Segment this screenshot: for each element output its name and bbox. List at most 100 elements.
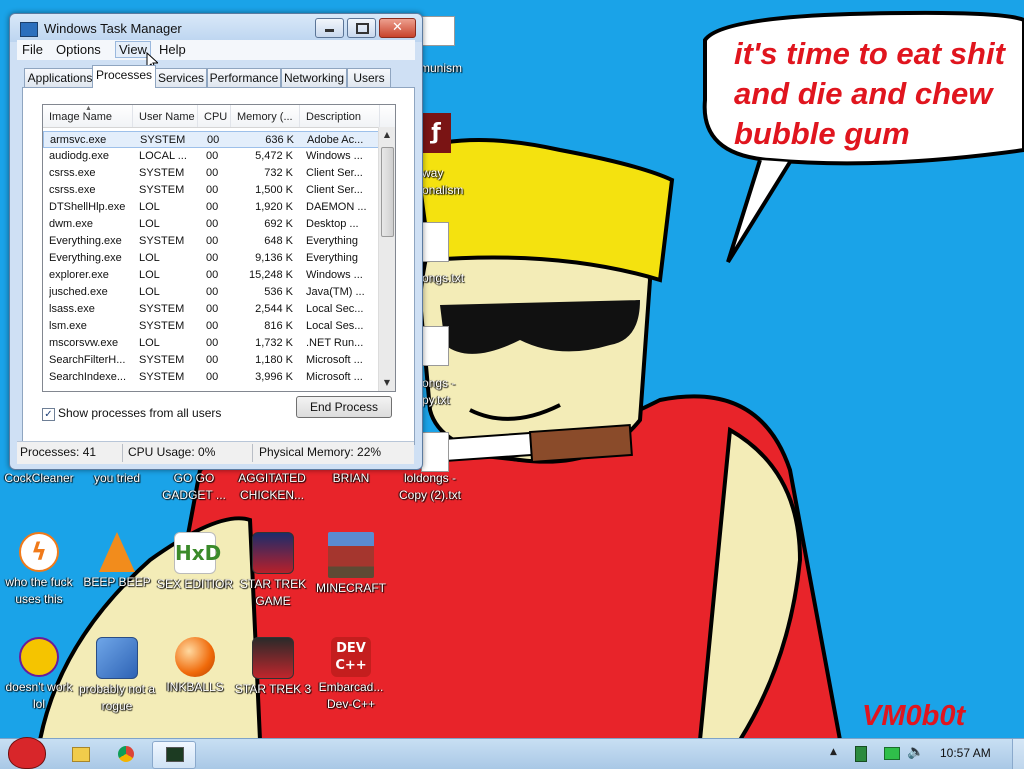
minimize-button[interactable] bbox=[315, 18, 344, 38]
table-row[interactable]: jusched.exe LOL 00 536 K Java(TM) ... bbox=[43, 284, 379, 301]
process-cell-mem: 15,248 K bbox=[248, 269, 293, 281]
table-row[interactable]: SearchFilterH... SYSTEM 00 1,180 K Microsoft… bbox=[43, 352, 379, 369]
table-row[interactable]: csrss.exe SYSTEM 00 732 K Client Ser... bbox=[43, 165, 379, 182]
column-header-description[interactable]: Description bbox=[300, 105, 380, 127]
tab-applications[interactable]: Applications bbox=[24, 68, 96, 87]
table-row[interactable]: Everything.exe LOL 00 9,136 K Everything bbox=[43, 250, 379, 267]
taskbar-explorer-button[interactable] bbox=[64, 741, 96, 767]
process-cell-name: lsass.exe bbox=[49, 303, 95, 315]
process-cell-name: lsm.exe bbox=[49, 320, 87, 332]
desktop-partial-label[interactable]: py.txt bbox=[422, 392, 450, 409]
desktop-icon-inkballs[interactable]: INKBALLS bbox=[155, 637, 235, 696]
desktop-partial-label[interactable]: way bbox=[422, 165, 443, 182]
scrollbar-thumb[interactable] bbox=[381, 147, 394, 237]
vertical-scrollbar[interactable]: ▲ ▼ bbox=[378, 127, 395, 391]
flash-icon[interactable]: ƒ bbox=[421, 113, 451, 153]
devcpp-icon: DEV C++ bbox=[331, 637, 371, 677]
end-process-button[interactable]: End Process bbox=[296, 396, 392, 418]
menu-file[interactable]: File bbox=[19, 42, 46, 57]
tab-performance[interactable]: Performance bbox=[207, 68, 281, 87]
text-file-icon[interactable] bbox=[421, 222, 449, 262]
desktop-icon-avast[interactable]: ϟ who the fuck uses this bbox=[0, 532, 79, 608]
process-cell-cpu: 00 bbox=[206, 218, 219, 230]
column-header-user-name[interactable]: User Name bbox=[133, 105, 198, 127]
desktop-icon-go-go-gadget[interactable]: GO GO GADGET ... bbox=[155, 470, 233, 504]
table-row[interactable]: armsvc.exe SYSTEM 00 636 K Adobe Ac... bbox=[43, 131, 379, 148]
show-hidden-icons-button[interactable]: ▲ bbox=[830, 747, 837, 757]
desktop-icon-label: AGGITATED CHICKEN... bbox=[238, 471, 306, 502]
speech-bubble-text: it's time to eat shit and die and chew b… bbox=[734, 36, 1005, 151]
column-header-memory[interactable]: Memory (... bbox=[231, 105, 300, 127]
scroll-up-icon[interactable]: ▲ bbox=[379, 127, 395, 143]
desktop-icon-star-trek-game[interactable]: STAR TREK GAME bbox=[233, 532, 313, 610]
taskbar-task-manager-button[interactable] bbox=[152, 741, 196, 769]
task-manager-icon bbox=[20, 22, 38, 37]
show-desktop-button[interactable] bbox=[1012, 739, 1024, 769]
tray-app-icon[interactable] bbox=[855, 746, 867, 762]
table-row[interactable]: lsass.exe SYSTEM 00 2,544 K Local Sec... bbox=[43, 301, 379, 318]
menu-options[interactable]: Options bbox=[53, 42, 104, 57]
tab-services[interactable]: Services bbox=[155, 68, 207, 87]
process-cell-name: dwm.exe bbox=[49, 218, 94, 230]
desktop-icon-aggitated-chicken[interactable]: AGGITATED CHICKEN... bbox=[233, 470, 311, 504]
taskbar-chrome-button[interactable] bbox=[110, 741, 142, 767]
process-cell-desc: Windows ... bbox=[306, 150, 363, 162]
menu-help[interactable]: Help bbox=[156, 42, 189, 57]
gears-icon bbox=[96, 637, 138, 679]
desktop-icon-cockcleaner[interactable]: CockCleaner bbox=[0, 470, 79, 487]
close-button[interactable]: ✕ bbox=[379, 18, 416, 38]
system-clock[interactable]: 10:57 AM bbox=[940, 746, 991, 760]
desktop-icon-yahoo[interactable]: doesn't work lol bbox=[0, 637, 79, 713]
task-manager-window[interactable]: Windows Task Manager ✕ File Options View… bbox=[9, 13, 423, 470]
table-row[interactable]: DTShellHlp.exe LOL 00 1,920 K DAEMON ... bbox=[43, 199, 379, 216]
process-cell-cpu: 00 bbox=[206, 235, 219, 247]
desktop-partial-label[interactable]: ongs.txt bbox=[422, 270, 464, 287]
process-cell-name: jusched.exe bbox=[49, 286, 108, 298]
inkball-icon bbox=[175, 637, 215, 677]
table-row[interactable]: audiodg.exe LOCAL ... 00 5,472 K Windows ... bbox=[43, 148, 379, 165]
desktop-icon-you-tried[interactable]: you tried bbox=[77, 470, 157, 487]
desktop-partial-label[interactable]: ongs - bbox=[422, 375, 455, 392]
desktop-icon-dev-cpp[interactable]: DEV C++ Embarcad... Dev-C++ bbox=[311, 637, 391, 713]
text-file-icon[interactable] bbox=[421, 326, 449, 366]
table-row[interactable]: mscorsvw.exe LOL 00 1,732 K .NET Run... bbox=[43, 335, 379, 352]
desktop-icon-label: doesn't work lol bbox=[5, 680, 73, 711]
tab-users[interactable]: Users bbox=[347, 68, 391, 87]
show-all-processes-checkbox[interactable]: ✓ bbox=[42, 408, 55, 421]
desktop-icon-sex-editior[interactable]: HxD SEX EDITIOR bbox=[155, 532, 235, 593]
process-list[interactable]: ▲ Image Name User Name CPU Memory (... D… bbox=[42, 104, 396, 392]
task-manager-icon bbox=[166, 747, 184, 762]
process-cell-name: SearchIndexe... bbox=[49, 371, 127, 383]
scroll-down-icon[interactable]: ▼ bbox=[379, 375, 395, 391]
partial-app-icon[interactable] bbox=[421, 16, 455, 46]
process-cell-user: LOCAL ... bbox=[139, 150, 187, 162]
desktop-icon-label: CockCleaner bbox=[4, 471, 74, 485]
desktop-icon-beep-beep[interactable]: BEEP BEEP bbox=[77, 532, 157, 591]
table-row[interactable]: lsm.exe SYSTEM 00 816 K Local Ses... bbox=[43, 318, 379, 335]
desktop-partial-label[interactable]: munism bbox=[420, 60, 462, 77]
table-row[interactable]: dwm.exe LOL 00 692 K Desktop ... bbox=[43, 216, 379, 233]
desktop-icon-loldongs-copy2[interactable]: loldongs - Copy (2).txt bbox=[389, 470, 471, 504]
table-row[interactable]: SearchIndexe... SYSTEM 00 3,996 K Microsoft … bbox=[43, 369, 379, 386]
start-button[interactable] bbox=[4, 733, 48, 769]
desktop-icon-star-trek-3[interactable]: STAR TREK 3 bbox=[233, 637, 313, 698]
process-cell-cpu: 00 bbox=[206, 286, 219, 298]
volume-icon[interactable]: 🔈 bbox=[907, 744, 924, 760]
table-row[interactable]: explorer.exe LOL 00 15,248 K Windows ... bbox=[43, 267, 379, 284]
close-icon: ✕ bbox=[392, 20, 403, 35]
desktop-icon-minecraft[interactable]: MINECRAFT bbox=[311, 532, 391, 597]
process-cell-cpu: 00 bbox=[207, 134, 220, 146]
column-header-cpu[interactable]: CPU bbox=[198, 105, 231, 127]
network-icon[interactable] bbox=[884, 747, 900, 760]
show-all-processes-label[interactable]: Show processes from all users bbox=[58, 406, 221, 420]
text-file-icon[interactable] bbox=[421, 432, 449, 472]
desktop-partial-label[interactable]: onalism bbox=[422, 182, 463, 199]
desktop-icon-probably-not-a-rogue[interactable]: probably not a rogue bbox=[77, 637, 157, 715]
maximize-button[interactable] bbox=[347, 18, 376, 38]
table-row[interactable]: Everything.exe SYSTEM 00 648 K Everything bbox=[43, 233, 379, 250]
column-header-image-name[interactable]: ▲ Image Name bbox=[43, 105, 133, 127]
table-row[interactable]: csrss.exe SYSTEM 00 1,500 K Client Ser... bbox=[43, 182, 379, 199]
desktop-icon-brian[interactable]: BRIAN bbox=[311, 470, 391, 487]
tab-processes[interactable]: Processes bbox=[92, 65, 156, 88]
tab-networking[interactable]: Networking bbox=[281, 68, 347, 87]
